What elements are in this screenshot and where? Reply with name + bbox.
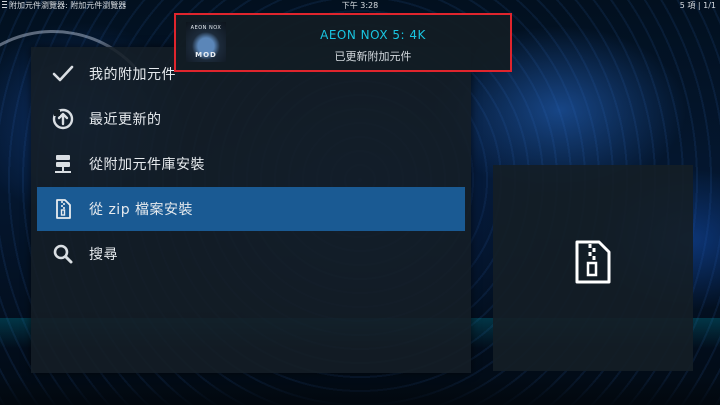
addon-browser-menu: 我的附加元件 最近更新的 從附加元件庫安裝 從 zip 檔案安裝 搜尋: [31, 47, 471, 373]
menu-item-recently-updated[interactable]: 最近更新的: [37, 97, 465, 141]
server-icon: [51, 152, 75, 176]
menu-item-label: 搜尋: [89, 247, 118, 263]
refresh-upload-icon: [51, 107, 75, 131]
menu-item-label: 最近更新的: [89, 112, 162, 128]
menu-item-install-from-repository[interactable]: 從附加元件庫安裝: [37, 142, 465, 186]
notification-message: 已更新附加元件: [334, 50, 412, 63]
zip-file-icon: [575, 240, 611, 284]
item-count: 5 項 | 1/1: [679, 1, 716, 10]
thumbnail-top-text: AEON NOX: [190, 25, 222, 31]
clock: 下午 3:28: [341, 1, 379, 10]
thumbnail-bottom-text: MOD: [195, 51, 217, 59]
checkmark-icon: [51, 62, 75, 86]
menu-item-label: 從 zip 檔案安裝: [89, 202, 194, 218]
menu-item-label: 我的附加元件: [89, 67, 176, 83]
menu-item-search[interactable]: 搜尋: [37, 232, 465, 276]
zip-file-icon: [51, 197, 75, 221]
top-status-bar: 附加元件瀏覽器: 附加元件瀏覽器 下午 3:28 5 項 | 1/1: [0, 0, 720, 14]
notification-toast[interactable]: AEON NOX MOD AEON NOX 5: 4K 已更新附加元件: [174, 13, 512, 72]
menu-item-label: 從附加元件庫安裝: [89, 157, 205, 173]
preview-panel: [493, 165, 693, 371]
menu-item-install-from-zip[interactable]: 從 zip 檔案安裝: [37, 187, 465, 231]
bottom-fade: [0, 378, 720, 405]
search-icon: [51, 242, 75, 266]
notification-title: AEON NOX 5: 4K: [320, 28, 426, 42]
addon-thumbnail: AEON NOX MOD: [186, 22, 226, 62]
